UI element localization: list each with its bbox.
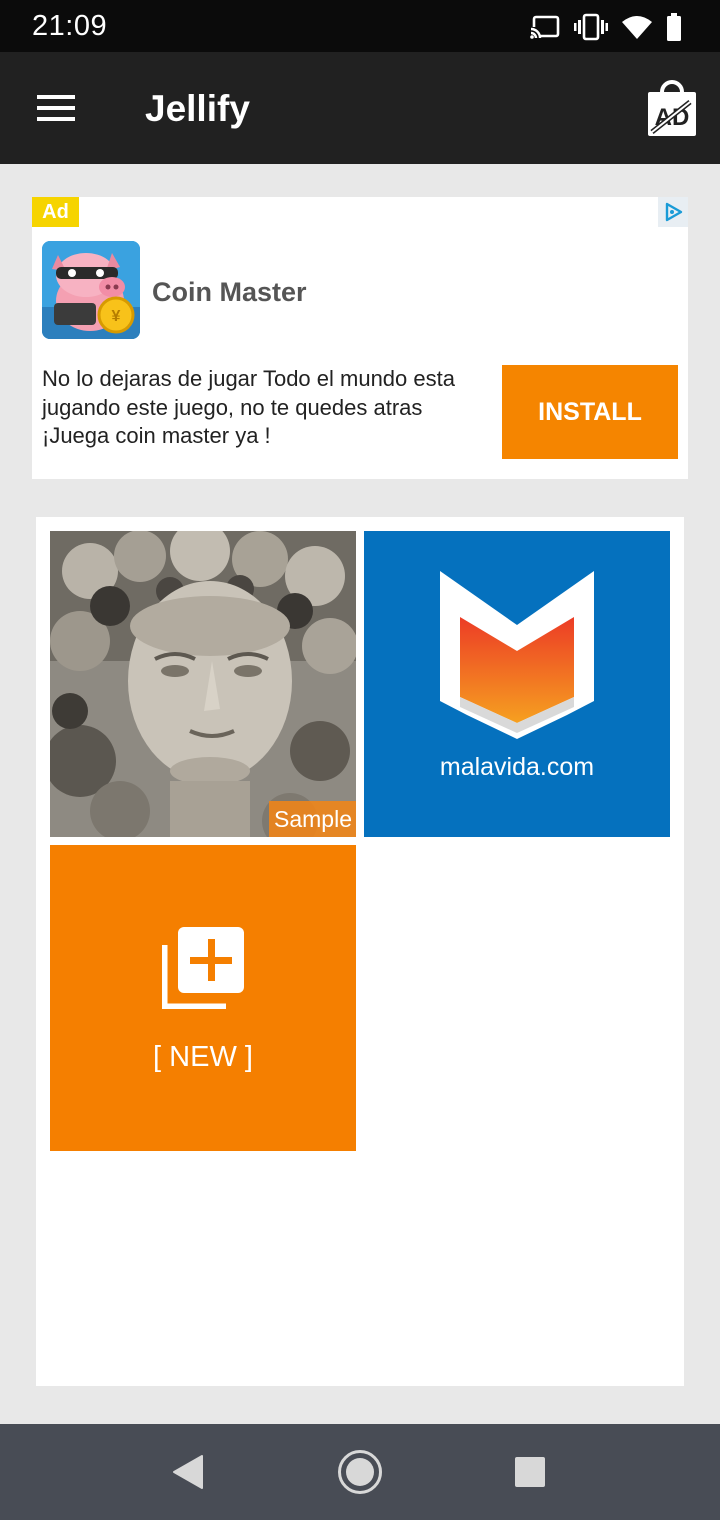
gallery-panel: Sample malavida.com [ NEW ]	[36, 517, 684, 1386]
status-time: 21:09	[32, 10, 108, 42]
hamburger-menu-icon	[37, 94, 75, 122]
recents-icon[interactable]	[512, 1454, 548, 1490]
new-item-label: [ NEW ]	[153, 1041, 253, 1073]
status-bar: 21:09	[0, 0, 720, 52]
svg-text:¥: ¥	[112, 308, 121, 325]
adchoices-icon[interactable]	[658, 197, 688, 227]
ad-badge: Ad	[32, 197, 79, 227]
ad-banner[interactable]: Ad ¥ Coin Master No lo dejaras de jugar …	[32, 197, 688, 479]
ad-app-name: Coin Master	[152, 277, 307, 307]
menu-button[interactable]	[24, 82, 88, 134]
remove-ads-button[interactable]: AD	[644, 80, 700, 138]
add-to-library-icon	[162, 925, 246, 1009]
wifi-icon	[622, 15, 652, 39]
remove-ads-icon: AD	[644, 80, 700, 138]
gallery-item-sample[interactable]: Sample	[50, 531, 356, 837]
home-icon[interactable]	[336, 1448, 384, 1496]
app-bar: Jellify AD	[0, 52, 720, 164]
ad-description: No lo dejaras de jugar Todo el mundo est…	[42, 366, 455, 448]
battery-icon	[666, 13, 682, 41]
vibrate-icon	[574, 13, 608, 41]
app-title: Jellify	[145, 88, 250, 129]
install-button[interactable]: INSTALL	[502, 365, 678, 459]
navigation-bar	[0, 1424, 720, 1520]
gallery-item-malavida[interactable]: malavida.com	[364, 531, 670, 837]
coin-master-app-icon: ¥	[42, 241, 140, 339]
malavida-logo-icon	[440, 571, 594, 739]
cast-icon	[530, 15, 560, 39]
malavida-caption: malavida.com	[439, 753, 595, 781]
status-icons	[530, 12, 682, 42]
statue-image	[50, 531, 356, 837]
sample-label: Sample	[269, 801, 356, 837]
back-icon[interactable]	[168, 1452, 208, 1492]
new-item-button[interactable]: [ NEW ]	[50, 845, 356, 1151]
